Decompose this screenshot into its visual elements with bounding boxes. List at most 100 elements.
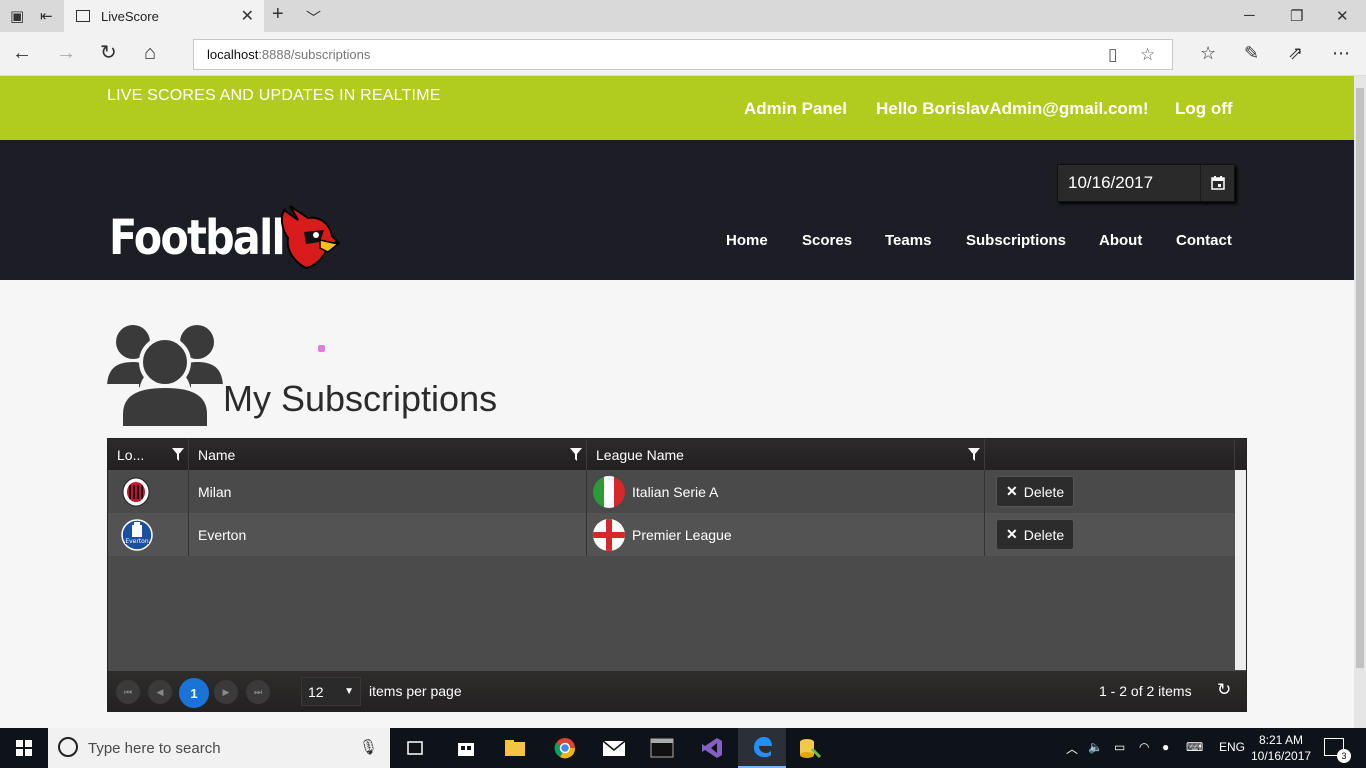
row-action-cell: ✕ Delete [985,470,1235,513]
admin-panel-link[interactable]: Admin Panel [744,99,847,119]
italy-flag-icon [593,475,625,508]
calendar-icon[interactable] [1200,165,1234,201]
back-icon[interactable]: ← [12,42,32,64]
column-header-league[interactable]: League Name [587,439,985,470]
row-name-cell: Everton [189,513,587,556]
browser-tab[interactable]: LiveScore ✕ [64,0,264,32]
show-hidden-icons-chevron-icon[interactable]: ︿ [1066,740,1078,757]
more-icon[interactable]: ⋯ [1332,42,1350,64]
row-logo-cell: Everton [108,513,189,556]
edge-browser-icon[interactable] [738,728,786,768]
nav-about[interactable]: About [1099,232,1142,249]
home-icon[interactable]: ⌂ [144,42,156,64]
close-icon: ✕ [1006,526,1018,542]
minimize-icon[interactable]: ─ [1244,7,1255,24]
restore-icon[interactable]: ❐ [1290,7,1303,25]
grid-scrollbar[interactable] [1235,470,1246,670]
column-header-league-label: League Name [596,446,684,463]
address-bar[interactable]: localhost:8888/subscriptions ▯ ☆ [193,39,1173,70]
tab-preview-icon[interactable]: ▣ [10,7,24,25]
row-name-cell: Milan [189,470,587,513]
keyboard-icon[interactable]: ⌨ [1186,740,1203,754]
action-center-icon[interactable]: 3 [1324,738,1351,763]
refresh-icon[interactable]: ↻ [100,42,117,64]
table-row[interactable]: Milan Italian Serie A ✕ Delete [108,470,1235,513]
set-tabs-aside-icon[interactable]: ⇤ [40,7,53,25]
task-view-icon[interactable] [391,728,439,768]
language-indicator[interactable]: ENG [1219,740,1245,754]
taskbar-clock[interactable]: 8:21 AM 10/16/2017 [1251,732,1311,764]
favorites-hub-icon[interactable]: ☆ [1200,42,1216,64]
browser-toolbar: ← → ↻ ⌂ localhost:8888/subscriptions ▯ ☆… [0,32,1366,76]
url-host: localhost [207,47,259,62]
delete-button[interactable]: ✕ Delete [996,476,1075,507]
logo-text[interactable]: Football [109,210,286,266]
log-off-link[interactable]: Log off [1175,99,1233,119]
visual-studio-icon[interactable] [688,728,736,768]
close-window-icon[interactable]: ✕ [1336,7,1349,25]
nav-home[interactable]: Home [726,232,768,249]
masthead: Football 10/16/2017 Home Scores Teams Su… [0,140,1354,280]
date-picker[interactable]: 10/16/2017 [1057,164,1235,202]
row-league-cell: Italian Serie A [587,470,985,513]
page-size-select[interactable]: 12 ▼ [301,677,361,706]
first-page-icon[interactable]: ⏮ [116,680,140,704]
volume-icon[interactable]: 🔈 [1088,740,1103,754]
tagline: LIVE SCORES AND UPDATES IN REALTIME [107,87,441,104]
new-tab-icon[interactable]: + [272,3,284,26]
refresh-grid-icon[interactable]: ↻ [1217,680,1231,700]
cardinal-logo-icon [280,205,340,270]
nav-scores[interactable]: Scores [802,232,852,249]
svg-text:Everton: Everton [125,538,149,545]
reading-view-icon[interactable]: ▯ [1108,45,1117,65]
forward-icon[interactable]: → [56,42,76,64]
column-header-name-label: Name [198,446,236,463]
column-header-logo[interactable]: Lo... [108,439,189,470]
page-icon [76,10,90,22]
row-logo-cell [108,470,189,513]
delete-button[interactable]: ✕ Delete [996,519,1075,550]
prev-page-icon[interactable]: ◀ [148,680,172,704]
england-flag-icon [593,518,625,551]
web-note-icon[interactable]: ✎ [1244,42,1259,64]
tab-list-chevron-icon[interactable]: ﹀ [306,7,321,28]
filter-icon[interactable] [172,448,184,461]
nav-subscriptions[interactable]: Subscriptions [966,232,1066,249]
row-action-cell: ✕ Delete [985,513,1235,556]
close-tab-icon[interactable]: ✕ [241,6,254,26]
column-header-logo-label: Lo... [117,446,145,463]
battery-icon[interactable]: ▭ [1114,740,1125,754]
table-row[interactable]: Everton Everton Premier League ✕ Delete [108,513,1235,556]
chrome-icon[interactable] [541,728,589,768]
close-icon: ✕ [1006,483,1018,499]
favorite-star-icon[interactable]: ☆ [1140,45,1155,65]
tab-title: LiveScore [101,8,159,24]
everton-badge-icon: Everton [121,518,153,551]
command-prompt-icon[interactable] [638,728,686,768]
user-greeting-link[interactable]: Hello BorislavAdmin@gmail.com! [876,99,1149,119]
row-league-cell: Premier League [587,513,985,556]
nav-contact[interactable]: Contact [1176,232,1232,249]
column-header-name[interactable]: Name [189,439,587,470]
share-icon[interactable]: ⇗ [1288,42,1303,64]
nav-teams[interactable]: Teams [885,232,931,249]
filter-icon[interactable] [968,448,980,461]
next-page-icon[interactable]: ▶ [214,680,238,704]
weather-icon[interactable]: ● [1162,740,1169,754]
microphone-icon[interactable]: 🎙 [359,738,378,756]
store-icon[interactable] [442,728,490,768]
taskbar-search-box[interactable]: Type here to search 🎙 [48,728,390,768]
sql-tools-icon[interactable] [786,728,834,768]
wifi-icon[interactable]: ◠ [1139,740,1149,754]
mail-icon[interactable] [590,728,638,768]
page-scrollbar-thumb[interactable] [1356,88,1364,668]
file-explorer-icon[interactable] [491,728,539,768]
date-picker-value[interactable]: 10/16/2017 [1058,173,1200,193]
filter-icon[interactable] [570,448,582,461]
column-header-actions [985,439,1235,470]
start-windows-icon[interactable] [0,728,48,768]
current-page-button[interactable]: 1 [179,678,209,708]
page-title: My Subscriptions [223,378,498,419]
last-page-icon[interactable]: ⏭ [246,680,270,704]
clock-time: 8:21 AM [1258,733,1304,747]
